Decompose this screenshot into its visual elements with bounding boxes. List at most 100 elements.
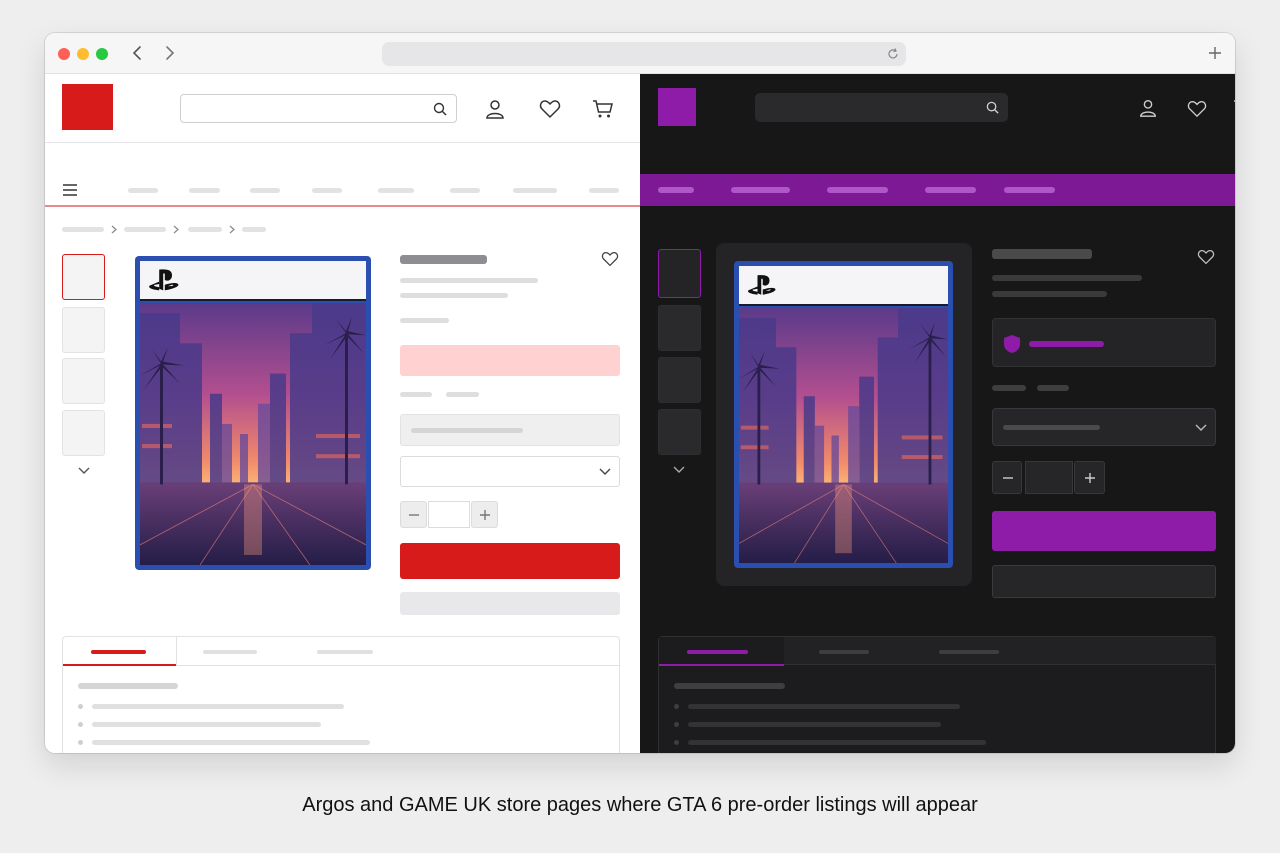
category-nav-bar: [640, 174, 1235, 206]
account-icon[interactable]: [1138, 98, 1158, 118]
product-subtitle-line: [400, 293, 508, 298]
reward-points-label: [1029, 341, 1104, 347]
secondary-action-button[interactable]: [400, 592, 620, 615]
details-heading: [674, 683, 785, 689]
wishlist-heart-icon[interactable]: [601, 251, 619, 267]
forward-arrow-icon[interactable]: [161, 44, 177, 62]
back-arrow-icon[interactable]: [130, 44, 146, 62]
tab-specifications[interactable]: [203, 650, 257, 654]
tab-reviews[interactable]: [939, 650, 999, 654]
search-input[interactable]: [180, 94, 457, 123]
product-image-frame: [716, 243, 972, 586]
thumbnail[interactable]: [62, 410, 105, 456]
bullet: [674, 722, 679, 727]
option-field[interactable]: [400, 414, 620, 446]
edition-select[interactable]: [992, 408, 1216, 446]
nav-underline: [45, 205, 640, 207]
playstation-logo-icon: [747, 273, 777, 297]
nav-item-6[interactable]: [450, 188, 480, 193]
search-icon[interactable]: [432, 101, 448, 117]
game-store-page: [640, 74, 1235, 753]
thumbnail-selected[interactable]: [62, 254, 105, 300]
basket-icon[interactable]: [1233, 98, 1235, 120]
nav-item-5[interactable]: [378, 188, 414, 193]
thumbnail[interactable]: [62, 307, 105, 353]
maximize-window-button[interactable]: [96, 48, 108, 60]
tab-description[interactable]: [63, 637, 176, 666]
quantity-decrease-button[interactable]: [992, 461, 1022, 494]
option-label: [1037, 385, 1069, 391]
nav-item-3[interactable]: [250, 188, 280, 193]
breadcrumb-item[interactable]: [62, 227, 104, 232]
nav-item-4[interactable]: [312, 188, 342, 193]
thumbnail[interactable]: [62, 358, 105, 404]
quantity-input[interactable]: [428, 501, 470, 528]
nav-item-2[interactable]: [189, 188, 220, 193]
chevron-down-icon[interactable]: [77, 466, 91, 476]
quantity-increase-button[interactable]: [1074, 461, 1105, 494]
product-image[interactable]: [734, 261, 953, 568]
tab-reviews[interactable]: [317, 650, 373, 654]
option-field-value: [411, 428, 523, 433]
header-divider: [45, 142, 640, 143]
tab-specifications[interactable]: [819, 650, 869, 654]
breadcrumb-item[interactable]: [188, 227, 222, 232]
search-icon[interactable]: [985, 100, 1000, 115]
chevron-down-icon[interactable]: [672, 465, 686, 475]
close-window-button[interactable]: [58, 48, 70, 60]
edition-select[interactable]: [400, 456, 620, 487]
reload-icon[interactable]: [886, 47, 900, 61]
details-heading: [78, 683, 178, 689]
nav-item-5[interactable]: [1004, 187, 1055, 193]
search-input[interactable]: [755, 93, 1008, 122]
basket-icon[interactable]: [592, 98, 614, 120]
wishlist-heart-icon[interactable]: [1187, 99, 1207, 118]
thumbnail[interactable]: [658, 305, 701, 351]
new-tab-icon[interactable]: [1207, 45, 1223, 61]
address-bar[interactable]: [382, 42, 906, 66]
bullet: [78, 740, 83, 745]
thumbnail[interactable]: [658, 409, 701, 455]
product-image[interactable]: [135, 256, 371, 570]
argos-logo[interactable]: [62, 84, 113, 130]
nav-item-1[interactable]: [658, 187, 694, 193]
thumbnail-selected[interactable]: [658, 249, 701, 298]
thumbnail[interactable]: [658, 357, 701, 403]
wishlist-heart-icon[interactable]: [1197, 249, 1215, 265]
nav-item-8[interactable]: [589, 188, 619, 193]
quantity-decrease-button[interactable]: [400, 501, 427, 528]
account-icon[interactable]: [484, 98, 506, 120]
pre-order-button[interactable]: [992, 511, 1216, 551]
option-label: [992, 385, 1026, 391]
minus-icon: [409, 514, 419, 516]
nav-item-1[interactable]: [128, 188, 158, 193]
secondary-action-button[interactable]: [992, 565, 1216, 598]
minimize-window-button[interactable]: [77, 48, 89, 60]
chevron-down-icon: [599, 468, 611, 475]
chevron-down-icon: [1195, 424, 1207, 431]
nav-item-3[interactable]: [827, 187, 888, 193]
details-bullet-text: [92, 740, 370, 745]
breadcrumb-item[interactable]: [242, 227, 266, 232]
quantity-increase-button[interactable]: [471, 501, 498, 528]
hamburger-menu-icon[interactable]: [62, 183, 78, 197]
minus-icon: [1003, 477, 1013, 479]
product-details-panel: [658, 636, 1216, 753]
cover-art-image: [739, 308, 948, 563]
edition-select-value: [1003, 425, 1100, 430]
nav-item-2[interactable]: [731, 187, 790, 193]
add-to-trolley-button[interactable]: [400, 543, 620, 579]
case-header-strip: [739, 266, 948, 306]
chevron-right-icon: [229, 225, 235, 234]
wishlist-heart-icon[interactable]: [539, 98, 561, 120]
game-logo[interactable]: [658, 88, 696, 126]
quantity-input[interactable]: [1025, 461, 1073, 494]
product-subtitle-line: [992, 291, 1107, 297]
nav-item-4[interactable]: [925, 187, 976, 193]
plus-icon: [1085, 473, 1095, 483]
product-title: [400, 255, 487, 264]
nav-item-7[interactable]: [513, 188, 557, 193]
chevron-right-icon: [173, 225, 179, 234]
breadcrumb-item[interactable]: [124, 227, 166, 232]
tab-description[interactable]: [659, 637, 784, 666]
